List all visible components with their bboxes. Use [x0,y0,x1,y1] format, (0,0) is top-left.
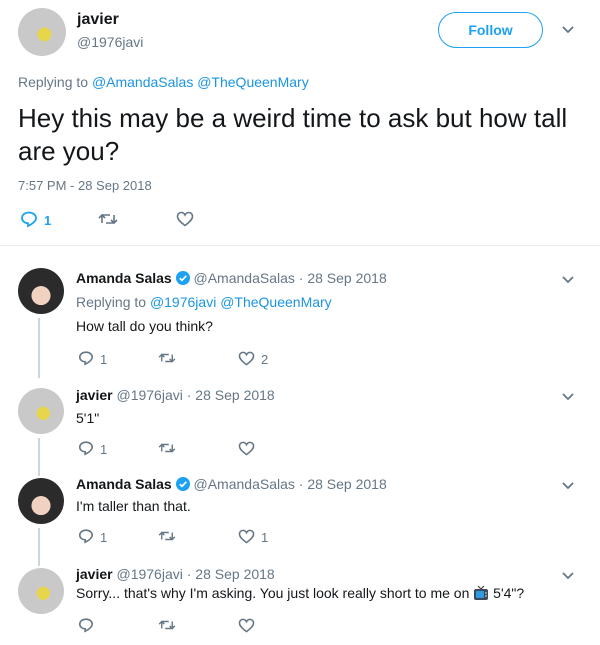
thread-line [38,528,40,566]
reply-header: javier @1976javi · 28 Sep 2018 [76,566,275,582]
avatar[interactable] [18,478,64,524]
mention-link[interactable]: @AmandaSalas [92,74,193,90]
tweet-actions: 1 [20,210,194,231]
replying-prefix: Replying to [18,74,89,90]
reply-icon [78,350,94,369]
author-name[interactable]: javier [77,11,119,29]
reply-text: I'm taller than that. [76,498,191,514]
chevron-down-icon[interactable] [561,571,575,581]
avatar[interactable] [18,388,64,434]
reply-text-before: Sorry... that's why I'm asking. You just… [76,585,470,601]
retweet-icon [158,529,176,546]
reply-date[interactable]: · 28 Sep 2018 [187,387,275,403]
author-handle[interactable]: @1976javi [77,34,143,50]
reply-date[interactable]: · 28 Sep 2018 [187,566,275,582]
like-button[interactable] [238,618,255,636]
replying-prefix: Replying to [76,294,147,310]
mention-link[interactable]: @TheQueenMary [220,294,331,310]
retweet-icon [158,441,176,458]
heart-icon [238,441,255,459]
like-button[interactable] [238,441,255,459]
verified-badge-icon [175,477,190,494]
retweet-icon [98,211,118,230]
reply-header: Amanda Salas @AmandaSalas · 28 Sep 2018 [76,476,387,494]
reply-icon [78,528,94,547]
author-handle[interactable]: @AmandaSalas [194,476,295,492]
avatar[interactable] [18,568,64,614]
heart-icon [176,211,194,230]
reply-count: 1 [44,213,52,228]
divider [0,245,600,246]
retweet-button[interactable] [158,351,238,368]
reply-button[interactable] [78,617,158,636]
retweet-icon [158,618,176,635]
like-button[interactable]: 2 [238,351,268,369]
reply-count: 1 [100,442,108,457]
author-name[interactable]: Amanda Salas [76,476,172,492]
retweet-icon [158,351,176,368]
author-handle[interactable]: @1976javi [116,566,182,582]
like-count: 2 [261,352,269,367]
heart-icon [238,351,255,369]
chevron-down-icon[interactable] [561,392,575,402]
like-button[interactable]: 1 [238,529,268,547]
reply-button[interactable]: 1 [78,528,158,547]
reply-text: How tall do you think? [76,318,213,334]
reply-icon [78,440,94,459]
tv-icon [473,585,489,604]
retweet-button[interactable] [158,618,238,635]
heart-icon [238,529,255,547]
verified-badge-icon [175,271,190,288]
chevron-down-icon[interactable] [561,275,575,285]
reply-actions [78,617,255,636]
follow-button[interactable]: Follow [438,12,543,48]
like-button[interactable] [176,211,194,230]
reply-count: 1 [100,530,108,545]
reply-header: javier @1976javi · 28 Sep 2018 [76,387,275,403]
reply-text-after: 5'4"? [493,585,525,601]
tweet-timestamp[interactable]: 7:57 PM - 28 Sep 2018 [18,178,152,193]
reply-icon [20,210,38,231]
mention-link[interactable]: @1976javi [150,294,216,310]
reply-text: Sorry... that's why I'm asking. You just… [76,585,524,604]
reply-text: 5'1" [76,410,100,426]
retweet-button[interactable] [98,211,176,230]
retweet-button[interactable] [158,441,238,458]
author-name[interactable]: javier [76,566,113,582]
thread-line [38,438,40,476]
author-handle[interactable]: @1976javi [116,387,182,403]
author-name[interactable]: Amanda Salas [76,270,172,286]
reply-actions: 1 [78,440,255,459]
reply-button[interactable]: 1 [78,350,158,369]
replying-to: Replying to @AmandaSalas @TheQueenMary [18,74,309,90]
mention-link[interactable]: @TheQueenMary [197,74,308,90]
thread-line [38,318,40,378]
reply-actions: 1 1 [78,528,268,547]
reply-date[interactable]: · 28 Sep 2018 [299,270,387,286]
author-handle[interactable]: @AmandaSalas [194,270,295,286]
avatar[interactable] [18,8,66,56]
like-count: 1 [261,530,269,545]
reply-actions: 1 2 [78,350,268,369]
author-name[interactable]: javier [76,387,113,403]
reply-count: 1 [100,352,108,367]
reply-button[interactable]: 1 [78,440,158,459]
reply-button[interactable]: 1 [20,210,98,231]
retweet-button[interactable] [158,529,238,546]
chevron-down-icon[interactable] [561,25,575,35]
reply-header: Amanda Salas @AmandaSalas · 28 Sep 2018 [76,270,387,288]
tweet-text: Hey this may be a weird time to ask but … [18,103,568,166]
avatar[interactable] [18,268,64,314]
replying-to: Replying to @1976javi @TheQueenMary [76,294,332,310]
reply-icon [78,617,94,636]
chevron-down-icon[interactable] [561,481,575,491]
heart-icon [238,618,255,636]
reply-date[interactable]: · 28 Sep 2018 [299,476,387,492]
